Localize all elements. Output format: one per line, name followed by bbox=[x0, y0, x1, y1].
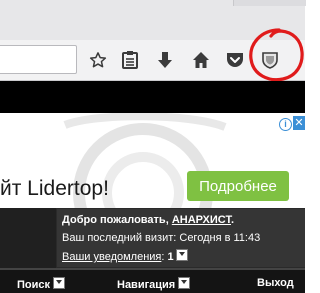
star-icon bbox=[89, 52, 107, 68]
url-bar[interactable] bbox=[0, 45, 77, 74]
dropdown-arrow-icon bbox=[178, 277, 191, 289]
download-icon bbox=[158, 52, 172, 68]
notifications-line: Ваши уведомления: 1 bbox=[62, 249, 188, 263]
red-annotation-circle bbox=[249, 28, 304, 82]
advertisement-banner[interactable]: йт Lidertop! Подробнее i ✕ bbox=[0, 113, 305, 208]
downloads-button[interactable] bbox=[152, 47, 178, 73]
welcome-prefix: Добро пожаловать, bbox=[62, 214, 172, 226]
nav-search[interactable]: Поиск bbox=[17, 277, 66, 291]
nav-navigation[interactable]: Навигация bbox=[117, 277, 191, 291]
nav-search-label: Поиск bbox=[17, 279, 51, 291]
ad-info-icon[interactable]: i bbox=[279, 118, 292, 131]
bookmark-star-button[interactable] bbox=[85, 47, 111, 73]
home-button[interactable] bbox=[188, 47, 214, 73]
notifications-link[interactable]: Ваши уведомления bbox=[62, 251, 161, 263]
window-control-button[interactable] bbox=[233, 0, 306, 6]
last-visit-text: Ваш последний визит: Сегодня в 11:43 bbox=[62, 232, 261, 244]
forum-logo-area bbox=[0, 208, 56, 268]
ad-close-icon[interactable]: ✕ bbox=[293, 116, 305, 130]
nav-logout-label: Выход bbox=[257, 277, 294, 289]
pocket-icon bbox=[227, 53, 243, 67]
nav-navigation-label: Навигация bbox=[117, 279, 176, 291]
home-icon bbox=[193, 52, 209, 68]
welcome-message: Добро пожаловать, АНАРХИСТ. bbox=[62, 214, 234, 226]
notifications-count: 1 bbox=[167, 251, 174, 263]
username-link[interactable]: АНАРХИСТ bbox=[172, 214, 231, 226]
reading-list-button[interactable] bbox=[117, 47, 143, 73]
nav-logout[interactable]: Выход bbox=[257, 277, 294, 289]
reading-list-icon bbox=[122, 51, 138, 69]
welcome-suffix: . bbox=[230, 214, 235, 226]
ad-headline: йт Lidertop! bbox=[0, 177, 109, 200]
page-header-band bbox=[0, 81, 305, 113]
dropdown-arrow-icon[interactable] bbox=[175, 249, 188, 261]
dropdown-arrow-icon bbox=[53, 277, 66, 289]
ad-details-button[interactable]: Подробнее bbox=[187, 171, 289, 201]
